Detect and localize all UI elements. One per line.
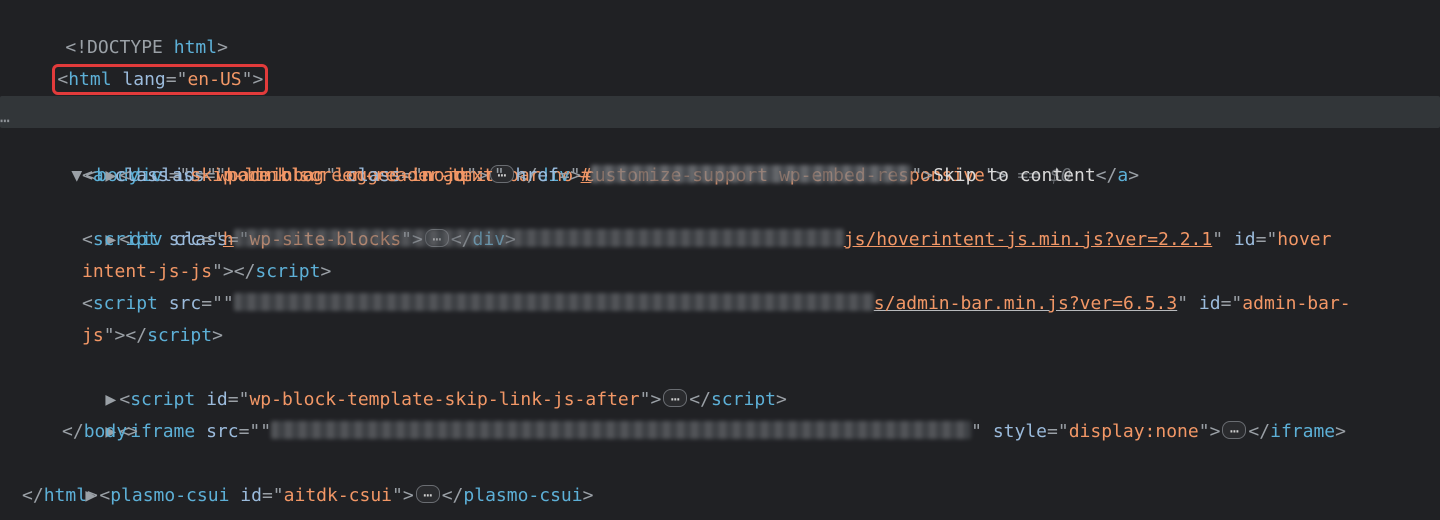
redacted-region	[591, 165, 911, 183]
line-a-skiplink[interactable]: <a class="skip-link screen-reader-text" …	[0, 160, 1440, 192]
line-html-open[interactable]: <html lang="en-US">	[0, 32, 1440, 64]
line-script-hoverintent-wrap[interactable]: intent-js-js"></script>	[0, 256, 1440, 288]
line-script-hoverintent[interactable]: <script src="hjs/hoverintent-js.min.js?v…	[0, 224, 1440, 256]
elements-panel: <!DOCTYPE html> <html lang="en-US"> ▶<he…	[0, 0, 1440, 512]
line-div-siteblocks[interactable]: ▶<div class="wp-site-blocks"></div>	[0, 192, 1440, 224]
line-script-adminbar-wrap[interactable]: js"></script>	[0, 320, 1440, 352]
redacted-region	[234, 229, 844, 247]
line-html-close[interactable]: </html>	[0, 480, 1440, 512]
line-body-close[interactable]: </body>	[0, 416, 1440, 448]
line-doctype[interactable]: <!DOCTYPE html>	[0, 0, 1440, 32]
line-body-open[interactable]: ⋯ ▼<body class="home blog logged-in admi…	[0, 96, 1440, 128]
redacted-region	[234, 293, 874, 311]
line-head[interactable]: ▶<head></head>	[0, 64, 1440, 96]
line-iframe[interactable]: ▶<iframe src=""" style="display:none"></…	[0, 384, 1440, 416]
line-plasmo[interactable]: ▶<plasmo-csui id="aitdk-csui"></plasmo-c…	[0, 448, 1440, 480]
line-script-adminbar[interactable]: <script src=""s/admin-bar.min.js?ver=6.5…	[0, 288, 1440, 320]
line-div-wpadminbar[interactable]: ▶<div id="wpadminbar" class="nojq"></div…	[0, 128, 1440, 160]
line-script-skiplink[interactable]: ▶<script id="wp-block-template-skip-link…	[0, 352, 1440, 384]
